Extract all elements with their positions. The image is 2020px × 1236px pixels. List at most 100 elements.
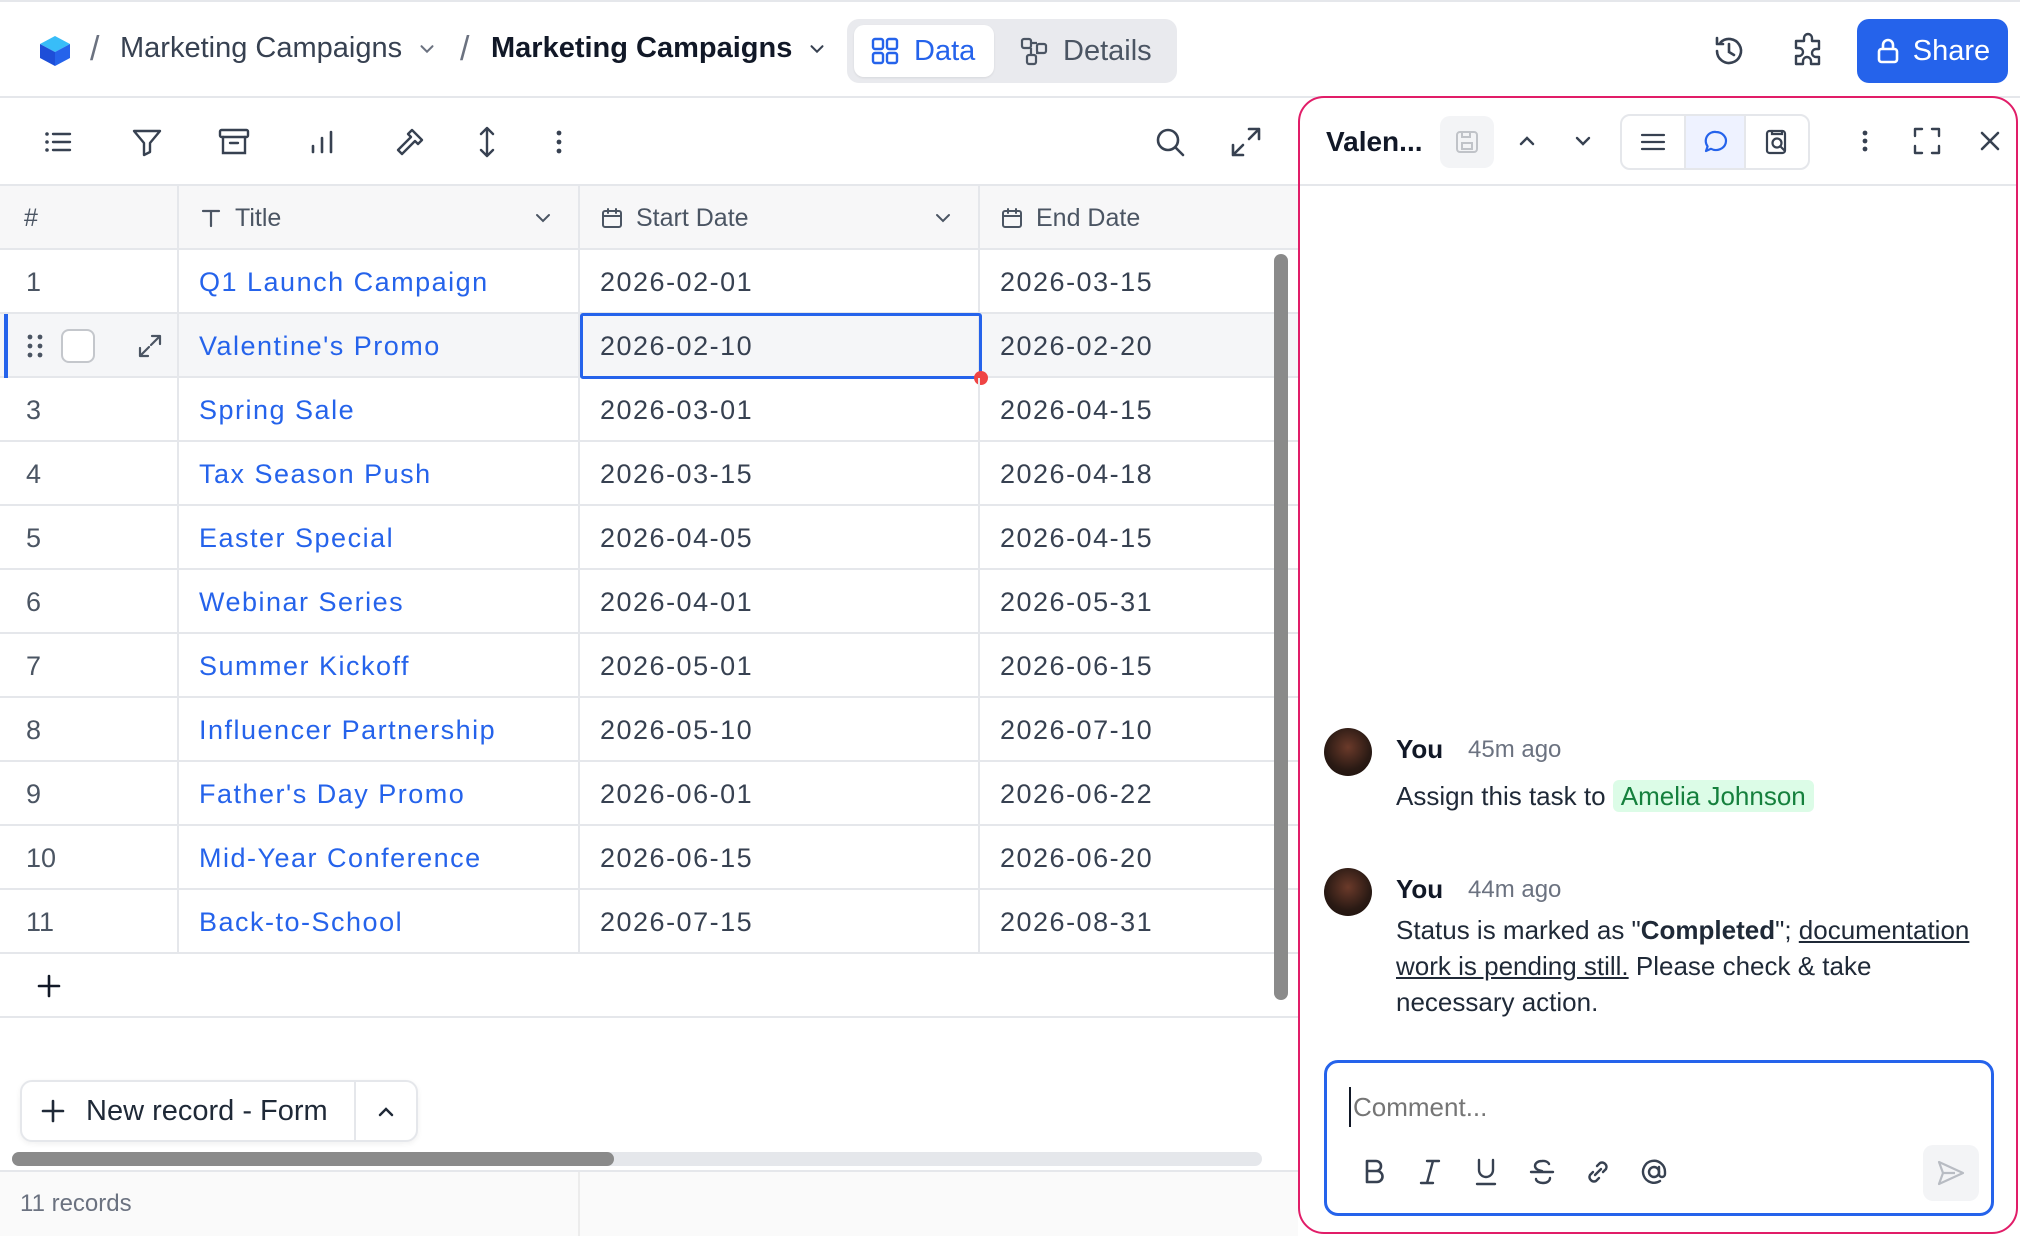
tab-data[interactable]: Data [854,25,994,77]
italic-icon[interactable] [1413,1155,1447,1189]
user-mention[interactable]: Amelia Johnson [1612,780,1814,812]
title-cell[interactable]: Webinar Series [179,570,580,634]
more-vertical-icon[interactable] [1848,124,1882,158]
title-cell[interactable]: Summer Kickoff [179,634,580,698]
header-end-date[interactable]: End Date [980,186,1298,250]
header-title[interactable]: Title [179,186,580,250]
start-date-cell[interactable]: 2026-04-01 [580,570,980,634]
start-date-cell[interactable]: 2026-03-01 [580,378,980,442]
end-date-cell[interactable]: 2026-06-22 [980,762,1298,826]
chevron-down-icon[interactable] [1566,124,1600,158]
audit-view-button[interactable] [1746,116,1808,168]
start-date-cell[interactable]: 2026-05-01 [580,634,980,698]
comment-text-part: "; [1775,915,1799,945]
strikethrough-icon[interactable] [1525,1155,1559,1189]
start-date-cell[interactable]: 2026-03-15 [580,442,980,506]
table-row[interactable]: 10 Mid-Year Conference 2026-06-15 2026-0… [0,826,1298,890]
search-icon[interactable] [1152,124,1188,160]
new-record-button[interactable]: New record - Form [20,1080,418,1142]
row-checkbox[interactable] [61,329,95,363]
bold-icon[interactable] [1357,1155,1391,1189]
row-height-icon[interactable] [469,124,505,160]
end-date-cell[interactable]: 2026-06-15 [980,634,1298,698]
save-icon [1456,131,1478,153]
header-start-date[interactable]: Start Date [580,186,980,250]
comments-view-button[interactable] [1684,116,1746,168]
table-row[interactable]: 1 Q1 Launch Campaign 2026-02-01 2026-03-… [0,250,1298,314]
start-date-cell[interactable]: 2026-05-10 [580,698,980,762]
end-date-cell[interactable]: 2026-02-20 [980,314,1298,378]
end-date-cell[interactable]: 2026-08-31 [980,890,1298,954]
start-date-cell[interactable]: 2026-07-15 [580,890,980,954]
more-vertical-icon[interactable] [541,124,577,160]
expand-icon[interactable] [1228,124,1264,160]
table-row[interactable]: 9 Father's Day Promo 2026-06-01 2026-06-… [0,762,1298,826]
chevron-up-icon[interactable] [374,1100,398,1124]
start-date-cell[interactable]: 2026-06-01 [580,762,980,826]
start-date-cell[interactable]: 2026-02-01 [580,250,980,314]
expand-row-icon[interactable] [136,332,164,360]
table-row[interactable]: 8 Influencer Partnership 2026-05-10 2026… [0,698,1298,762]
title-cell[interactable]: Q1 Launch Campaign [179,250,580,314]
start-date-cell[interactable]: 2026-04-05 [580,506,980,570]
chevron-down-icon[interactable] [532,207,554,229]
title-cell[interactable]: Father's Day Promo [179,762,580,826]
breadcrumb-separator: / [460,30,470,68]
horizontal-scrollbar[interactable] [12,1152,614,1166]
title-cell[interactable]: Spring Sale [179,378,580,442]
hammer-icon[interactable] [392,124,428,160]
table-row[interactable]: 5 Easter Special 2026-04-05 2026-04-15 [0,506,1298,570]
close-icon[interactable] [1973,124,2007,158]
underline-icon[interactable] [1469,1155,1503,1189]
tab-details[interactable]: Details [1003,25,1171,77]
title-cell[interactable]: Mid-Year Conference [179,826,580,890]
breadcrumb-base[interactable]: Marketing Campaigns [120,32,438,65]
base-logo-icon[interactable] [38,34,72,68]
add-row[interactable] [0,954,1298,1018]
table-row-selected[interactable]: Valentine's Promo 2026-02-10 2026-02-20 [0,313,1298,385]
title-cell[interactable]: Influencer Partnership [179,698,580,762]
title-cell[interactable]: Easter Special [179,506,580,570]
group-icon[interactable] [216,124,252,160]
breadcrumb-table[interactable]: Marketing Campaigns [491,32,828,65]
fullscreen-icon[interactable] [1910,124,1944,158]
end-date-cell[interactable]: 2026-04-18 [980,442,1298,506]
end-date-cell[interactable]: 2026-03-15 [980,250,1298,314]
title-cell[interactable]: Back-to-School [179,890,580,954]
puzzle-icon[interactable] [1790,32,1828,70]
fields-list-icon[interactable] [40,124,76,160]
start-date-cell[interactable]: 2026-06-15 [580,826,980,890]
title-cell[interactable]: Valentine's Promo [179,314,580,378]
send-button[interactable] [1923,1145,1979,1201]
mention-icon[interactable] [1637,1155,1671,1189]
end-date-cell[interactable]: 2026-07-10 [980,698,1298,762]
filter-icon[interactable] [129,124,165,160]
view-switcher: Data Details [847,19,1177,83]
table-row[interactable]: 11 Back-to-School 2026-07-15 2026-08-31 [0,890,1298,954]
share-button[interactable]: Share [1857,19,2008,83]
fields-view-button[interactable] [1622,116,1684,168]
title-cell[interactable]: Tax Season Push [179,442,580,506]
link-icon[interactable] [1581,1155,1615,1189]
end-date-cell[interactable]: 2026-06-20 [980,826,1298,890]
comment-input[interactable] [1349,1087,1949,1127]
history-icon[interactable] [1710,32,1748,70]
chevron-up-icon[interactable] [1510,124,1544,158]
end-date-cell[interactable]: 2026-05-31 [980,570,1298,634]
table-row[interactable]: 4 Tax Season Push 2026-03-15 2026-04-18 [0,442,1298,506]
end-date-cell[interactable]: 2026-04-15 [980,378,1298,442]
new-record-form-button[interactable]: New record - Form [22,1082,356,1140]
chevron-down-icon[interactable] [932,207,954,229]
comment-icon [1704,130,1728,153]
end-date-cell[interactable]: 2026-04-15 [980,506,1298,570]
plus-icon[interactable] [35,972,63,1000]
table-row[interactable]: 3 Spring Sale 2026-03-01 2026-04-15 [0,378,1298,442]
save-button[interactable] [1440,116,1494,168]
table-row[interactable]: 7 Summer Kickoff 2026-05-01 2026-06-15 [0,634,1298,698]
row-number: 5 [0,506,179,570]
comment-time: 44m ago [1468,876,1562,903]
table-row[interactable]: 6 Webinar Series 2026-04-01 2026-05-31 [0,570,1298,634]
vertical-scrollbar[interactable] [1274,254,1288,1000]
chart-icon[interactable] [304,124,340,160]
drag-handle-icon[interactable] [24,332,46,360]
